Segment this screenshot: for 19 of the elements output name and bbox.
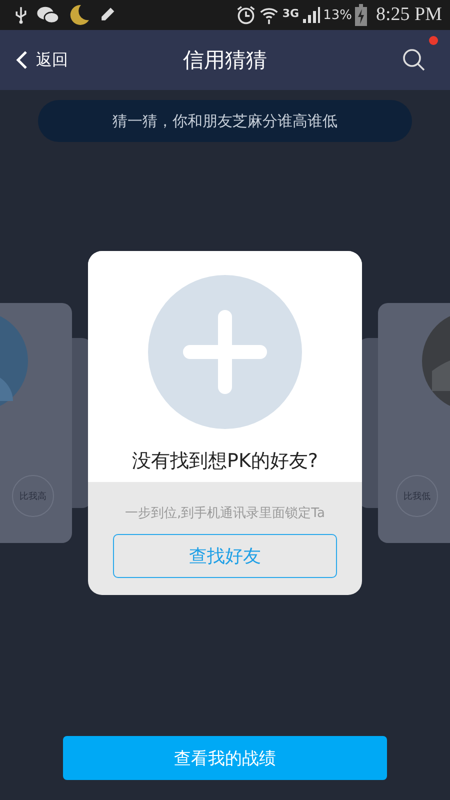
clock: 8:25 PM [376, 4, 442, 26]
moon-icon [68, 4, 90, 26]
network-type: 3G [282, 7, 300, 20]
dialog-hint: 一步到位,到手机通讯录里面锁定Ta [125, 505, 325, 522]
usb-icon [14, 6, 28, 24]
page-title: 信用猜猜 [182, 47, 268, 74]
wifi-icon [259, 5, 280, 25]
search-icon[interactable] [402, 48, 426, 72]
dialog-heading: 没有找到想PK的好友? [132, 449, 318, 474]
chat-icon [36, 6, 60, 24]
battery-icon [355, 4, 367, 26]
chevron-left-icon [16, 50, 28, 70]
back-button[interactable]: 返回 [16, 50, 68, 70]
battery-percent: 13% [323, 8, 352, 22]
find-friends-button[interactable]: 查找好友 [113, 534, 337, 578]
signal-icon [302, 6, 320, 24]
info-banner: 猜一猜，你和朋友芝麻分谁高谁低 [38, 100, 412, 142]
alarm-icon [236, 5, 256, 25]
view-record-button[interactable]: 查看我的战绩 [63, 736, 387, 780]
